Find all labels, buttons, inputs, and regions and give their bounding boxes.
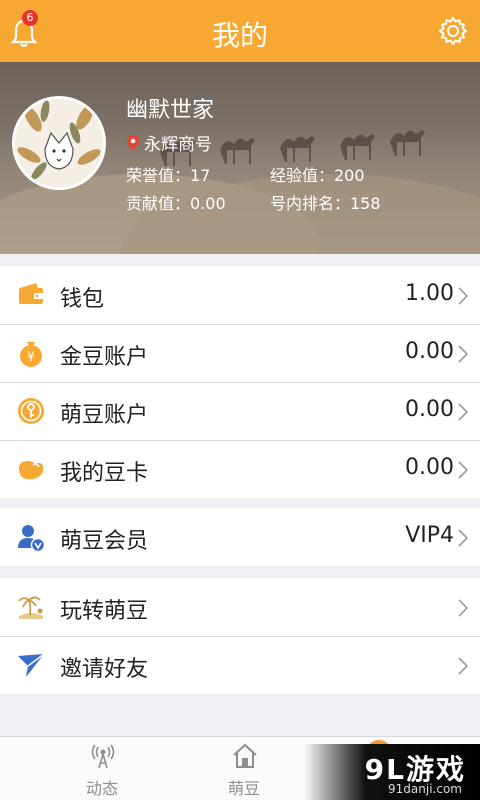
tab-mengdou[interactable]: 萌豆 <box>184 737 304 800</box>
broadcast-icon <box>91 744 115 769</box>
money-bag-icon: ¥ <box>20 342 42 367</box>
bean-card-value: 0.00 <box>405 455 454 480</box>
rank-stat: 号内排名：158 <box>270 194 381 213</box>
watermark-url: 91danji.com <box>388 782 462 796</box>
fox-leaves-avatar-image <box>15 99 103 187</box>
beach-icon <box>18 596 43 619</box>
list-item-gold-bean-account[interactable]: ¥ 金豆账户 0.00 <box>0 324 480 382</box>
invite-friends-label: 邀请好友 <box>60 657 149 682</box>
more-section: 玩转萌豆 邀请好友 <box>0 578 480 694</box>
gear-icon[interactable] <box>438 16 468 46</box>
page-title: 我的 <box>211 19 268 52</box>
chevron-right-icon <box>458 403 468 421</box>
meng-bean-account-value: 0.00 <box>405 397 454 422</box>
location-pin-icon <box>127 134 139 151</box>
wallet-icon <box>19 283 43 304</box>
chevron-right-icon <box>458 599 468 617</box>
chevron-right-icon <box>458 657 468 675</box>
group-label: 永辉商号 <box>144 135 212 155</box>
chevron-right-icon <box>458 345 468 363</box>
bean-card-label: 我的豆卡 <box>60 461 149 486</box>
meng-bean-account-label: 萌豆账户 <box>60 403 149 428</box>
wallet-value: 1.00 <box>405 281 454 306</box>
paper-plane-icon <box>18 653 45 677</box>
avatar[interactable] <box>12 96 106 190</box>
key-coin-icon <box>18 398 44 424</box>
list-item-meng-bean-account[interactable]: 萌豆账户 0.00 <box>0 382 480 440</box>
list-item-bean-card[interactable]: 我的豆卡 0.00 <box>0 440 480 498</box>
membership-section: 萌豆会员 VIP4 <box>0 508 480 566</box>
bean-card-icon <box>19 461 44 480</box>
experience-stat: 经验值：200 <box>270 166 365 185</box>
gold-bean-account-value: 0.00 <box>405 339 454 364</box>
wallet-label: 钱包 <box>60 287 105 312</box>
list-item-guide[interactable]: 玩转萌豆 <box>0 578 480 636</box>
gold-bean-account-label: 金豆账户 <box>60 345 149 370</box>
svg-text:¥: ¥ <box>27 350 35 365</box>
guide-label: 玩转萌豆 <box>60 599 149 624</box>
top-bar: 6 我的 <box>0 0 480 62</box>
profile-banner: 幽默世家 永辉商号 荣誉值：17 经验值：200 贡献值：0.00 号内排名：1… <box>0 62 480 254</box>
tab-feed[interactable]: 动态 <box>42 737 162 800</box>
membership-value: VIP4 <box>405 523 454 548</box>
honor-stat: 荣誉值：17 <box>126 166 211 185</box>
group-name: 永辉商号 <box>126 130 212 155</box>
chevron-right-icon <box>458 529 468 547</box>
tab-mengdou-label: 萌豆 <box>227 779 260 798</box>
list-item-wallet[interactable]: 钱包 1.00 <box>0 266 480 324</box>
chevron-right-icon <box>458 287 468 305</box>
tab-feed-label: 动态 <box>85 779 118 798</box>
list-item-membership[interactable]: 萌豆会员 VIP4 <box>0 508 480 566</box>
contribution-stat: 贡献值：0.00 <box>126 194 226 213</box>
home-icon <box>233 743 257 768</box>
watermark-overlay: 9L游戏 91danji.com <box>304 744 480 800</box>
membership-label: 萌豆会员 <box>60 529 149 554</box>
list-item-invite-friends[interactable]: 邀请好友 <box>0 636 480 694</box>
chevron-right-icon <box>458 461 468 479</box>
accounts-section: 钱包 1.00 ¥ 金豆账户 0.00 萌豆账户 0.00 我的豆卡 0.00 <box>0 266 480 498</box>
user-name: 幽默世家 <box>126 98 215 123</box>
vip-user-icon <box>18 525 46 552</box>
